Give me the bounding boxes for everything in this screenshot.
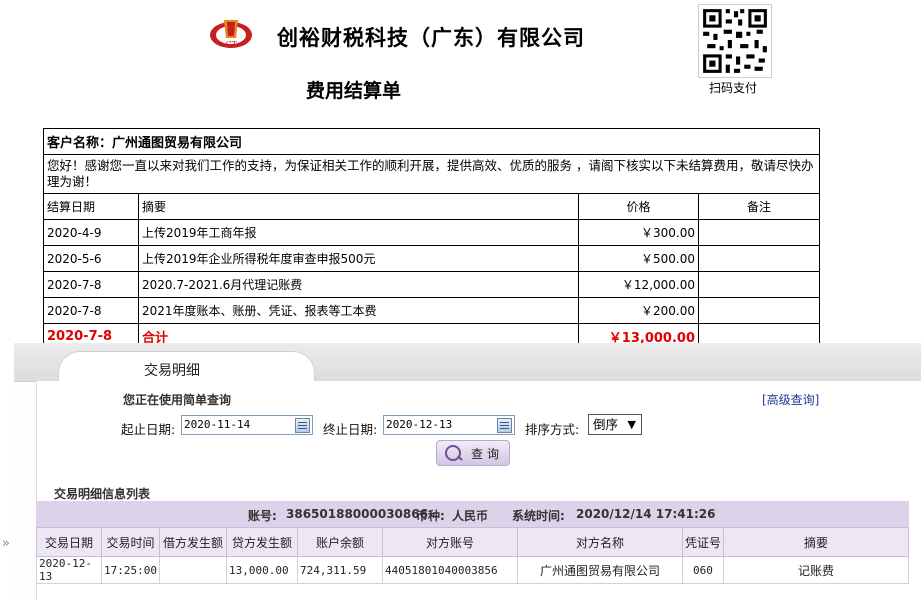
row-price: ￥500.00: [578, 245, 699, 272]
query-button-label: 查询: [471, 447, 504, 461]
svg-text:CT: CT: [225, 40, 237, 49]
customer-name: 客户名称：广州通图贸易有限公司: [43, 128, 820, 155]
row-summary: 2021年度账本、账册、凭证、报表等工本费: [138, 297, 579, 324]
chevron-down-icon: ▼: [627, 418, 636, 431]
row-summary: 2020.7-2021.6月代理记账费: [138, 271, 579, 298]
cell-balance: 724,311.59: [296, 556, 383, 584]
scan-to-pay-label: 扫码支付: [709, 81, 758, 95]
header-date: 结算日期: [43, 193, 139, 220]
row-price: ￥300.00: [578, 219, 699, 246]
company-name: 创裕财税科技（广东）有限公司: [277, 26, 585, 50]
cell-counter-account: 44051801040003856: [381, 556, 518, 584]
start-date-label: 起止日期:: [121, 422, 176, 437]
start-date-input[interactable]: 2020-11-14: [181, 415, 313, 435]
col-voucher: 凭证号: [681, 527, 724, 557]
cell-summary: 记账费: [722, 556, 910, 584]
transaction-table: 交易日期 交易时间 借方发生额 贷方发生额 账户余额 对方账号 对方名称 凭证号…: [36, 527, 910, 584]
search-icon: [445, 445, 461, 461]
query-button[interactable]: 查询: [436, 440, 510, 466]
account-info-bar: 账号: 38650188000030866 币种: 人民币 系统时间: 2020…: [36, 501, 909, 527]
list-title: 交易明细信息列表: [54, 487, 151, 501]
row-price: ￥200.00: [578, 297, 699, 324]
col-time: 交易时间: [101, 527, 160, 557]
row-date: 2020-4-9: [43, 219, 139, 246]
row-note: [698, 245, 820, 272]
start-date-value: 2020-11-14: [184, 418, 251, 431]
row-note: [698, 219, 820, 246]
end-date-value: 2020-12-13: [386, 418, 453, 431]
row-summary: 上传2019年工商年报: [138, 219, 579, 246]
qr-code-icon[interactable]: [698, 4, 772, 78]
table-row: 2020-7-8 2020.7-2021.6月代理记账费 ￥12,000.00: [43, 271, 820, 298]
cell-time: 17:25:00: [101, 556, 160, 584]
col-credit: 贷方发生额: [225, 527, 298, 557]
col-debit: 借方发生额: [158, 527, 227, 557]
col-balance: 账户余额: [296, 527, 383, 557]
system-time-value: 2020/12/14 17:41:26: [576, 507, 716, 521]
system-time-label: 系统时间:: [512, 509, 565, 523]
sort-order-value: 倒序: [593, 417, 619, 432]
calendar-icon[interactable]: [497, 418, 512, 433]
row-price: ￥12,000.00: [578, 271, 699, 298]
row-date: 2020-5-6: [43, 245, 139, 272]
settlement-table: 客户名称：广州通图贸易有限公司 您好！感谢您一直以来对我们工作的支持，为保证相关…: [43, 128, 820, 350]
table-row: 2020-4-9 上传2019年工商年报 ￥300.00: [43, 219, 820, 246]
table-header-row: 结算日期 摘要 价格 备注: [43, 193, 820, 220]
calendar-icon[interactable]: [295, 418, 310, 433]
currency-value: 人民币: [452, 509, 489, 523]
col-counter-name: 对方名称: [516, 527, 683, 557]
cell-counter-name: 广州通图贸易有限公司: [516, 556, 683, 584]
greeting-message: 您好！感谢您一直以来对我们工作的支持，为保证相关工作的顺利开展，提供高效、优质的…: [43, 154, 820, 194]
advanced-query-link[interactable]: [高级查询]: [762, 391, 819, 408]
row-note: [698, 271, 820, 298]
end-date-label: 终止日期:: [323, 422, 378, 437]
row-date: 2020-7-8: [43, 271, 139, 298]
header-note: 备注: [698, 193, 820, 220]
simple-query-hint: 您正在使用简单查询: [123, 393, 232, 407]
document-title: 费用结算单: [306, 80, 402, 102]
row-summary: 上传2019年企业所得税年度审查申报500元: [138, 245, 579, 272]
expand-arrow-icon[interactable]: »: [2, 536, 10, 551]
col-date: 交易日期: [36, 527, 102, 557]
col-counter-account: 对方账号: [381, 527, 518, 557]
tab-label[interactable]: 交易明细: [144, 360, 200, 380]
header-summary: 摘要: [138, 193, 579, 220]
company-logo: CT: [210, 20, 252, 49]
table-row: 2020-5-6 上传2019年企业所得税年度审查申报500元 ￥500.00: [43, 245, 820, 272]
currency-label: 币种:: [416, 509, 445, 523]
table-row[interactable]: 2020-12-13 17:25:00 13,000.00 724,311.59…: [36, 556, 910, 584]
col-summary: 摘要: [722, 527, 910, 557]
cell-credit: 13,000.00: [225, 556, 298, 584]
sort-label: 排序方式:: [525, 422, 580, 437]
row-note: [698, 297, 820, 324]
transaction-detail-panel: 交易明细 您正在使用简单查询 [高级查询] 起止日期: 2020-11-14 终…: [14, 343, 921, 600]
sort-order-select[interactable]: 倒序 ▼: [588, 414, 642, 435]
cell-debit: [158, 556, 227, 584]
table-row: 2020-7-8 2021年度账本、账册、凭证、报表等工本费 ￥200.00: [43, 297, 820, 324]
row-date: 2020-7-8: [43, 297, 139, 324]
account-label: 账号:: [248, 509, 277, 523]
tab-bar: 交易明细: [14, 343, 921, 384]
account-value: 38650188000030866: [286, 507, 428, 521]
header-price: 价格: [578, 193, 699, 220]
cell-voucher: 060: [681, 556, 724, 584]
cell-date: 2020-12-13: [36, 556, 102, 584]
table-header-row: 交易日期 交易时间 借方发生额 贷方发生额 账户余额 对方账号 对方名称 凭证号…: [36, 527, 910, 557]
settlement-statement: CT 创裕财税科技（广东）有限公司 费用结算单 扫码支付 客户名称：广州通图贸易…: [0, 0, 921, 350]
end-date-input[interactable]: 2020-12-13: [383, 415, 515, 435]
